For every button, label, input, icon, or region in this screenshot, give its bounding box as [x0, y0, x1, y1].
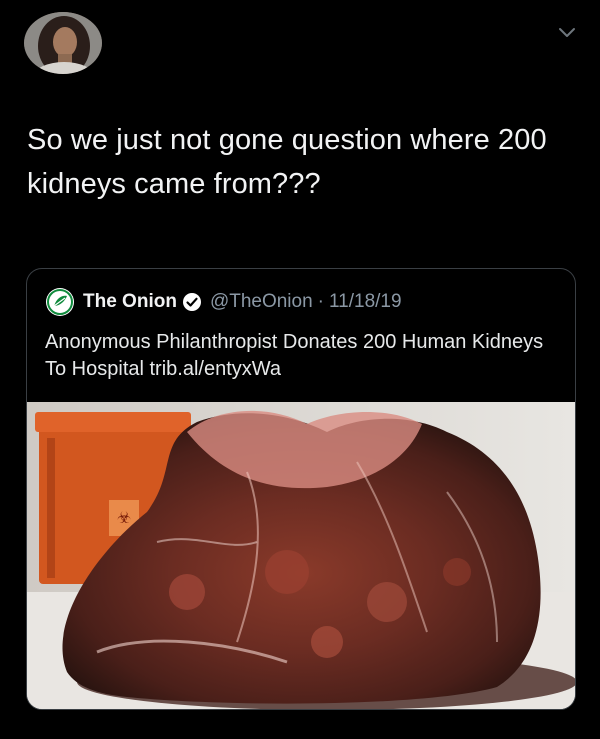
quoted-tweet-photo[interactable]: ☣ — [27, 402, 575, 709]
tweet-card: So we just not gone question where 200 k… — [0, 0, 600, 739]
quoted-author-name[interactable]: The Onion — [83, 291, 177, 313]
user-avatar[interactable] — [24, 12, 102, 74]
tweet-text: So we just not gone question where 200 k… — [27, 124, 547, 200]
quoted-tweet-header: The Onion @TheOnion · 11/18/19 — [45, 287, 402, 317]
chevron-down-icon[interactable] — [556, 22, 578, 44]
author-info — [112, 22, 412, 34]
quoted-tweet-text: Anonymous Philanthropist Donates 200 Hum… — [45, 331, 544, 380]
onion-logo-icon — [46, 288, 74, 316]
photo-kidneys-bag: ☣ — [27, 402, 575, 709]
svg-text:☣: ☣ — [117, 508, 131, 527]
avatar-image — [24, 12, 102, 74]
quoted-tweet[interactable]: The Onion @TheOnion · 11/18/19 Anonymous… — [26, 268, 576, 710]
verified-badge-icon — [182, 293, 201, 311]
dot-separator: · — [317, 291, 324, 312]
quoted-tweet-date[interactable]: 11/18/19 — [329, 291, 402, 313]
quoted-author-handle[interactable]: @TheOnion — [210, 291, 313, 313]
